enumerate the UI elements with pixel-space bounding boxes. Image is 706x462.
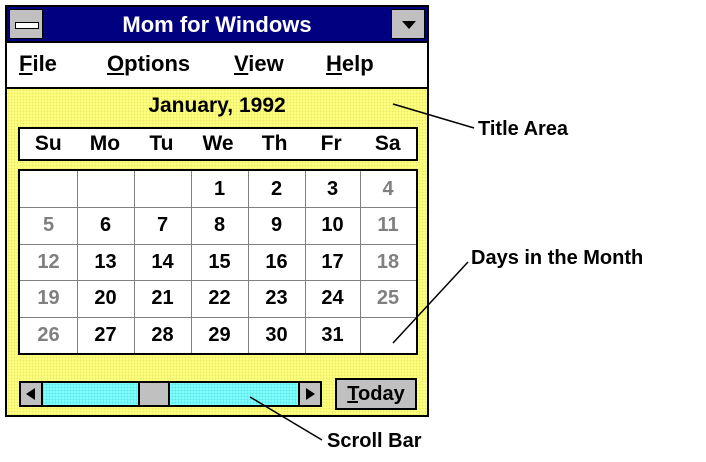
day-cell[interactable]: 29: [191, 317, 248, 353]
day-cell[interactable]: 22: [191, 280, 248, 317]
callout-title-area: Title Area: [478, 118, 569, 140]
weekday-label: Sa: [374, 132, 401, 155]
day-cell[interactable]: 30: [248, 317, 305, 353]
today-button[interactable]: Today: [335, 378, 417, 410]
month-title: January, 1992: [148, 94, 286, 117]
day-cell[interactable]: 23: [248, 280, 305, 317]
menu-bar: File Options View Help: [7, 43, 427, 89]
calendar-body: January, 1992 Su Mo Tu We Th Fr Sa 1 2 3 4 5 6 7 8 9 10…: [7, 89, 427, 415]
callout-scroll-bar: Scroll Bar: [327, 430, 422, 452]
callout-days-in-month: Days in the Month: [471, 247, 644, 269]
weekday-label: Tu: [149, 132, 174, 155]
month-scrollbar[interactable]: [19, 381, 322, 407]
day-cell[interactable]: 19: [20, 280, 77, 317]
day-cell[interactable]: 21: [134, 280, 191, 317]
weekday-label: Th: [261, 132, 288, 155]
day-cell[interactable]: 7: [134, 207, 191, 244]
day-cell[interactable]: 6: [77, 207, 134, 244]
menu-help[interactable]: Help: [326, 50, 374, 78]
day-cell: [77, 171, 134, 207]
day-cell[interactable]: 4: [360, 171, 416, 207]
menu-view[interactable]: View: [234, 50, 284, 78]
weekday-label: Su: [34, 132, 62, 155]
scroll-thumb[interactable]: [138, 383, 170, 405]
weekday-header: Su Mo Tu We Th Fr Sa: [18, 127, 418, 161]
weekday-label: We: [202, 132, 234, 155]
day-cell[interactable]: 27: [77, 317, 134, 353]
day-cell[interactable]: 5: [20, 207, 77, 244]
day-cell[interactable]: 17: [305, 244, 360, 280]
menu-file[interactable]: File: [19, 50, 57, 78]
title-bar[interactable]: Mom for Windows: [7, 7, 427, 43]
mom-window: Mom for Windows File Options View Help J…: [5, 5, 429, 417]
day-cell[interactable]: 10: [305, 207, 360, 244]
day-cell[interactable]: 15: [191, 244, 248, 280]
day-cell[interactable]: 1: [191, 171, 248, 207]
weekday-label: Mo: [89, 132, 121, 155]
day-cell[interactable]: 3: [305, 171, 360, 207]
scroll-left-arrow-icon[interactable]: [21, 383, 43, 405]
day-cell[interactable]: 11: [360, 207, 416, 244]
day-cell[interactable]: 13: [77, 244, 134, 280]
scroll-right-arrow-icon[interactable]: [298, 383, 320, 405]
minimize-arrow-icon[interactable]: [391, 9, 425, 39]
day-cell[interactable]: 26: [20, 317, 77, 353]
day-cell[interactable]: 28: [134, 317, 191, 353]
window-title: Mom for Windows: [122, 12, 312, 37]
day-cell[interactable]: 2: [248, 171, 305, 207]
day-cell[interactable]: 16: [248, 244, 305, 280]
day-cell[interactable]: 18: [360, 244, 416, 280]
day-cell[interactable]: 24: [305, 280, 360, 317]
menu-options[interactable]: Options: [107, 50, 190, 78]
day-cell[interactable]: 8: [191, 207, 248, 244]
days-grid: 1 2 3 4 5 6 7 8 9 10 11 12 13 14 15 16 17 18 19 20 21 22 23 24 2…: [18, 169, 418, 355]
day-cell[interactable]: 20: [77, 280, 134, 317]
day-cell[interactable]: 9: [248, 207, 305, 244]
day-cell[interactable]: 14: [134, 244, 191, 280]
day-cell: [20, 171, 77, 207]
weekday-label: Fr: [320, 132, 342, 155]
day-cell: [360, 317, 416, 353]
day-cell[interactable]: 12: [20, 244, 77, 280]
day-cell[interactable]: 25: [360, 280, 416, 317]
day-cell[interactable]: 31: [305, 317, 360, 353]
system-menu-icon[interactable]: [9, 9, 43, 39]
day-cell: [134, 171, 191, 207]
